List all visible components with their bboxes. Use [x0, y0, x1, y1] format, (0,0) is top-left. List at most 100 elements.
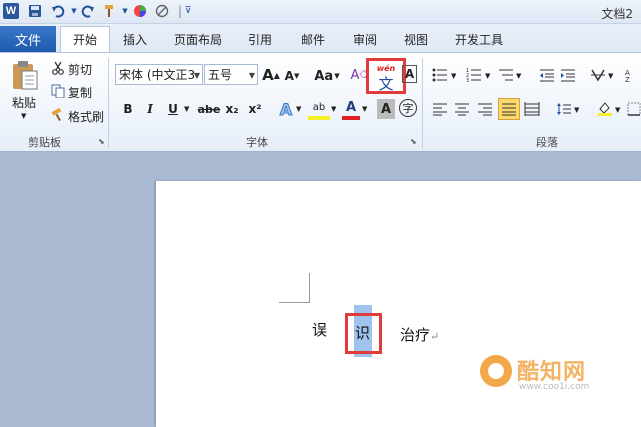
superscript-button[interactable]: x² [245, 99, 265, 119]
shading-dropdown-icon[interactable]: ▼ [615, 106, 620, 114]
line-spacing-dropdown-icon[interactable]: ▼ [574, 106, 579, 114]
multilevel-dropdown-icon[interactable]: ▼ [516, 72, 521, 80]
svg-text:Z: Z [625, 76, 630, 82]
document-text[interactable]: 治疗↵ [400, 324, 439, 345]
borders-icon[interactable] [626, 101, 641, 117]
copy-label[interactable]: 复制 [68, 84, 92, 101]
bold-button[interactable]: B [118, 99, 138, 119]
selection-highlight-box [345, 313, 382, 354]
grow-font-button[interactable]: A ▲ [262, 65, 280, 85]
distributed-icon[interactable] [524, 101, 540, 117]
font-size-value: 五号 [208, 68, 233, 82]
char-shading-button[interactable]: A [377, 99, 395, 119]
chinese-layout-icon[interactable] [590, 67, 606, 83]
watermark-url: www.coo1i.com [519, 382, 590, 392]
tab-insert[interactable]: 插入 [115, 26, 155, 52]
justify-icon[interactable] [498, 98, 520, 120]
document-char[interactable]: 误 [312, 319, 327, 340]
clear-format-label: A [350, 67, 360, 83]
watermark-logo-icon [480, 355, 512, 387]
bullets-icon[interactable] [432, 67, 448, 83]
align-left-icon[interactable] [432, 101, 448, 117]
color-icon[interactable] [132, 3, 148, 19]
numbering-icon[interactable]: 123 [466, 67, 482, 83]
char-border-button[interactable]: A [402, 65, 417, 83]
font-color-dropdown-icon[interactable]: ▼ [362, 105, 367, 113]
phonetic-char-label: 文 [378, 75, 394, 93]
qa-dropdown-icon[interactable]: ▼ [117, 3, 133, 19]
underline-dropdown-icon[interactable]: ▼ [184, 105, 189, 113]
chinese-layout-dropdown-icon[interactable]: ▼ [608, 72, 613, 80]
tab-home[interactable]: 开始 [60, 26, 110, 52]
save-icon[interactable] [27, 3, 43, 19]
tab-review[interactable]: 审阅 [345, 26, 385, 52]
align-right-icon[interactable] [477, 101, 493, 117]
svg-text:3: 3 [466, 78, 469, 82]
font-size-combo[interactable]: 五号 ▼ [204, 64, 258, 85]
align-center-icon[interactable] [454, 101, 470, 117]
margin-corner-mark [309, 273, 310, 303]
text-effect-button[interactable]: A [276, 99, 296, 119]
sort-icon[interactable]: AZ [624, 67, 640, 83]
underline-button[interactable]: U [163, 99, 183, 119]
enclose-characters-button[interactable]: 字 [399, 99, 417, 117]
title-bar [0, 0, 641, 24]
copy-icon[interactable] [50, 83, 66, 99]
highlight-dropdown-icon[interactable]: ▼ [331, 105, 336, 113]
watermark: 酷知网 www.coo1i.com [475, 352, 615, 397]
paste-dropdown-icon[interactable]: ▼ [21, 112, 26, 120]
clipboard-group-label: 剪贴板 [28, 136, 61, 149]
font-launcher-icon[interactable]: ⬊ [410, 137, 417, 146]
text-effect-dropdown-icon[interactable]: ▼ [296, 105, 301, 113]
phonetic-guide-button[interactable]: wén 文 [366, 58, 406, 94]
cut-icon[interactable] [50, 60, 66, 76]
font-group-label: 字体 [246, 136, 268, 149]
grow-font-label: A [262, 66, 274, 84]
paragraph-group-label: 段落 [536, 136, 558, 149]
multilevel-list-icon[interactable] [498, 67, 514, 83]
format-painter-label[interactable]: 格式刷 [68, 108, 104, 125]
shading-icon[interactable] [597, 100, 613, 116]
strikethrough-button[interactable]: abe [197, 99, 221, 119]
undo-icon[interactable] [50, 3, 66, 19]
phonetic-pinyin-label: wén [376, 64, 396, 73]
shrink-font-label: A [284, 69, 294, 83]
document-title: 文档2 [601, 7, 633, 21]
chevron-down-icon[interactable]: ▼ [249, 71, 255, 80]
font-name-value: 宋体 (中文正3 [119, 68, 196, 82]
format-painter-qa-icon[interactable] [102, 3, 118, 19]
document-text-after: 治疗 [400, 326, 431, 344]
tab-developer[interactable]: 开发工具 [447, 26, 511, 52]
group-separator [108, 58, 109, 148]
line-spacing-icon[interactable] [556, 101, 572, 117]
paste-label[interactable]: 粘贴 [12, 94, 36, 111]
cut-label[interactable]: 剪切 [68, 61, 92, 78]
margin-corner-mark [279, 302, 309, 303]
group-separator [422, 58, 423, 148]
tab-mailings[interactable]: 邮件 [293, 26, 333, 52]
word-logo-icon[interactable]: W [3, 3, 19, 19]
font-name-combo[interactable]: 宋体 (中文正3 ▼ [115, 64, 203, 85]
redo-icon[interactable] [80, 3, 96, 19]
tab-page-layout[interactable]: 页面布局 [166, 26, 230, 52]
tab-references[interactable]: 引用 [240, 26, 280, 52]
font-color-button[interactable]: A [342, 98, 360, 120]
paragraph-mark: ↵ [430, 330, 440, 343]
numbering-dropdown-icon[interactable]: ▼ [485, 72, 490, 80]
decrease-indent-icon[interactable] [539, 67, 555, 83]
format-painter-icon[interactable] [50, 107, 66, 123]
tab-file[interactable]: 文件 [0, 26, 56, 52]
increase-indent-icon[interactable] [560, 67, 576, 83]
shrink-font-button[interactable]: A ▼ [283, 67, 301, 85]
clipboard-launcher-icon[interactable]: ⬊ [98, 137, 105, 146]
italic-button[interactable]: I [140, 99, 160, 119]
customize-icon[interactable]: ⊽ [180, 3, 196, 19]
bullets-dropdown-icon[interactable]: ▼ [451, 72, 456, 80]
subscript-button[interactable]: x₂ [222, 99, 242, 119]
change-case-button[interactable]: Aa ▼ [314, 66, 340, 86]
tab-view[interactable]: 视图 [396, 26, 436, 52]
paste-icon[interactable] [8, 58, 42, 92]
chevron-down-icon[interactable]: ▼ [194, 71, 200, 80]
highlight-button[interactable]: ab [308, 98, 330, 120]
no-draw-icon[interactable] [154, 3, 170, 19]
